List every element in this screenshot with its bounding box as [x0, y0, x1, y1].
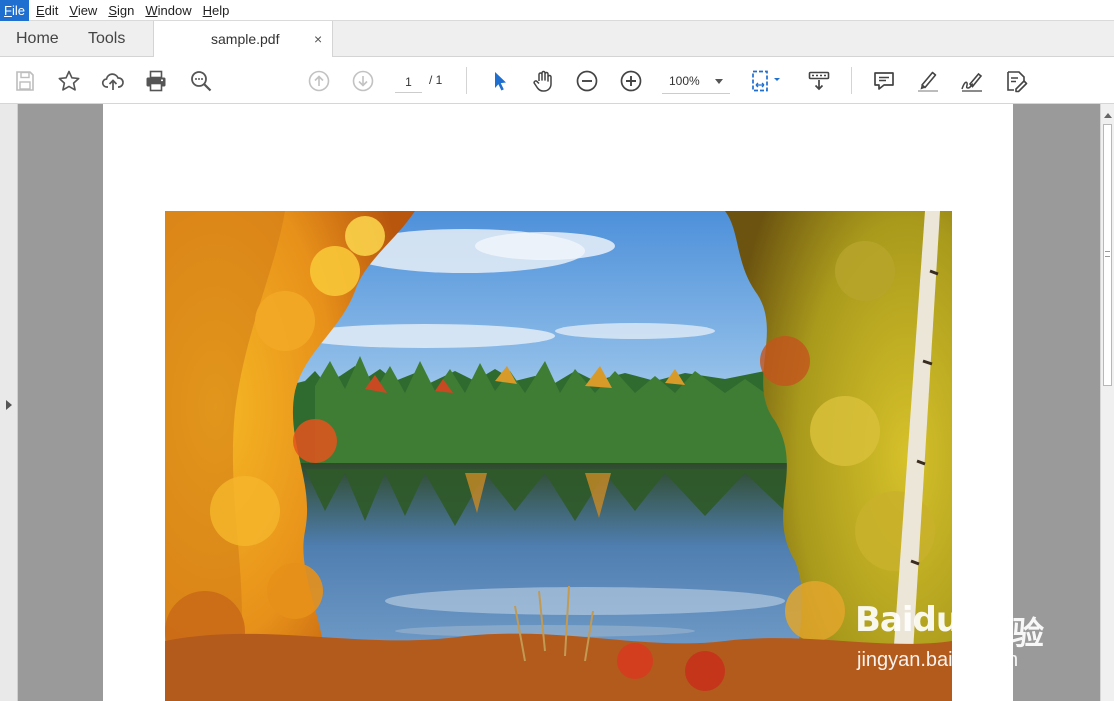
left-panel	[0, 104, 18, 701]
fill-sign-icon[interactable]	[1003, 68, 1029, 94]
comment-icon[interactable]	[871, 68, 897, 94]
zoom-value: 100%	[669, 74, 700, 88]
menu-view[interactable]: View	[65, 0, 101, 21]
watermark-url: jingyan.baidu.com	[857, 649, 1019, 671]
watermark-brand: Baidu	[855, 600, 960, 640]
page-number-input[interactable]	[395, 71, 422, 93]
search-zoom-icon[interactable]	[188, 68, 214, 94]
toolbar: / 1 100%	[0, 57, 1114, 104]
highlight-icon[interactable]	[915, 68, 941, 94]
scroll-mode-icon[interactable]	[806, 68, 832, 94]
tab-home[interactable]: Home	[16, 21, 59, 57]
save-icon[interactable]	[12, 68, 38, 94]
page-total: / 1	[429, 73, 443, 87]
autumn-lake-image	[165, 211, 952, 701]
menu-edit[interactable]: Edit	[32, 0, 62, 21]
zoom-out-icon[interactable]	[574, 68, 600, 94]
watermark-cn: 经验	[980, 615, 1045, 651]
scroll-up-icon[interactable]	[1104, 113, 1112, 118]
menu-sign[interactable]: Sign	[104, 0, 138, 21]
document-tab-label: sample.pdf	[211, 31, 280, 47]
expand-panel-icon[interactable]	[6, 400, 12, 410]
bookmark-star-icon[interactable]	[56, 68, 82, 94]
upload-cloud-icon[interactable]	[100, 68, 126, 94]
next-page-icon[interactable]	[350, 68, 376, 94]
menu-help[interactable]: Help	[199, 0, 234, 21]
hand-pan-icon[interactable]	[530, 68, 556, 94]
select-pointer-icon[interactable]	[487, 68, 513, 94]
tab-bar: Home Tools sample.pdf ×	[0, 21, 1114, 58]
scroll-thumb[interactable]	[1103, 124, 1112, 386]
previous-page-icon[interactable]	[306, 68, 332, 94]
menu-bar: File Edit View Sign Window Help	[0, 0, 1114, 21]
zoom-in-icon[interactable]	[618, 68, 644, 94]
menu-window[interactable]: Window	[141, 0, 195, 21]
tab-document[interactable]: sample.pdf ×	[153, 21, 333, 58]
print-icon[interactable]	[143, 68, 169, 94]
tab-tools[interactable]: Tools	[88, 21, 125, 57]
close-icon[interactable]: ×	[314, 21, 322, 57]
menu-file[interactable]: File	[0, 0, 29, 21]
sign-icon[interactable]	[959, 68, 985, 94]
vertical-scrollbar[interactable]	[1100, 104, 1114, 701]
toolbar-divider	[851, 67, 852, 94]
baidu-watermark: Baidu 经验 jingyan.baidu.com	[855, 600, 1055, 680]
grip-icon	[1105, 251, 1110, 257]
zoom-select[interactable]: 100%	[662, 70, 730, 94]
fit-page-icon[interactable]	[750, 68, 786, 94]
chevron-down-icon	[715, 79, 723, 84]
toolbar-divider	[466, 67, 467, 94]
